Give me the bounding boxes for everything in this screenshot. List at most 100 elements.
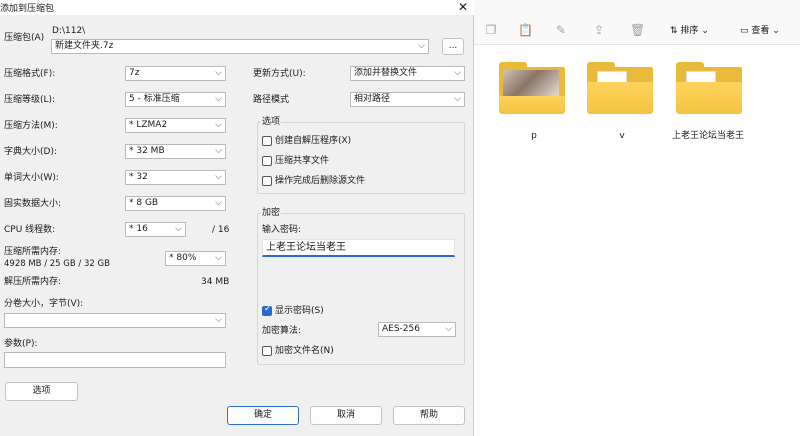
folder-icon (676, 62, 742, 116)
cancel-button[interactable]: 取消 (310, 406, 382, 425)
chevron-down-icon: ⌵ (215, 198, 222, 208)
paste-icon[interactable]: 📋 (518, 23, 533, 37)
close-button[interactable]: ✕ (452, 0, 474, 15)
mem-compress-select[interactable]: * 80% ⌵ (165, 251, 226, 266)
path-mode-select[interactable]: 相对路径 ⌵ (350, 92, 465, 107)
copy-icon[interactable]: ❐ (484, 23, 498, 37)
chevron-down-icon: ⌵ (215, 146, 222, 156)
dict-label: 字典大小(D): (4, 147, 57, 157)
cpu-select[interactable]: * 16 ⌵ (125, 222, 186, 237)
sort-button[interactable]: ⇅ 排序 ⌄ (670, 23, 709, 39)
mem-compress-detail: 4928 MB / 25 GB / 32 GB (4, 259, 110, 269)
delete-source-checkbox[interactable] (262, 176, 272, 186)
folder-label: 上老王论坛当老王 (672, 131, 745, 141)
browse-button[interactable]: ... (442, 38, 464, 55)
update-label: 更新方式(U): (253, 69, 306, 79)
chevron-down-icon: ⌵ (215, 172, 222, 182)
split-label: 分卷大小，字节(V): (4, 299, 84, 309)
shared-files-label: 压缩共享文件 (275, 156, 330, 166)
dict-select[interactable]: * 32 MB ⌵ (125, 144, 226, 159)
options-button[interactable]: 选项 (5, 382, 78, 401)
cpu-label: CPU 线程数: (4, 225, 56, 235)
password-input[interactable]: 上老王论坛当老王 (262, 239, 455, 257)
solid-value: * 8 GB (129, 198, 159, 208)
password-label: 输入密码: (262, 225, 302, 235)
view-icon: ▭ (740, 26, 749, 36)
delete-source-label: 操作完成后删除源文件 (275, 176, 366, 186)
show-password-label: 显示密码(S) (275, 306, 324, 316)
archive-path: D:\112\ (52, 26, 86, 36)
mem-decompress-label: 解压所需内存: (4, 277, 62, 287)
sfx-checkbox[interactable] (262, 136, 272, 146)
level-label: 压缩等级(L): (4, 95, 56, 105)
encrypt-names-label: 加密文件名(N) (275, 346, 334, 356)
cpu-total: / 16 (212, 225, 230, 235)
archive-name-combo[interactable]: 新建文件夹.7z ⌵ (51, 39, 429, 54)
title-bar: 添加到压缩包 ✕ (0, 0, 474, 15)
method-select[interactable]: * LZMA2 ⌵ (125, 118, 226, 133)
method-value: * LZMA2 (129, 120, 168, 130)
path-mode-value: 相对路径 (354, 94, 391, 104)
mem-compress-value: * 80% (169, 253, 197, 263)
word-label: 单词大小(W): (4, 173, 59, 183)
folder-icon (587, 62, 653, 116)
params-input[interactable] (4, 352, 226, 368)
chevron-down-icon: ⌵ (454, 94, 461, 104)
encryption-method-value: AES-256 (382, 324, 420, 334)
dict-value: * 32 MB (129, 146, 165, 156)
share-icon[interactable]: ⇪ (592, 23, 606, 37)
chevron-down-icon: ⌄ (772, 26, 780, 36)
chevron-down-icon: ⌵ (175, 224, 182, 234)
encryption-method-label: 加密算法: (262, 326, 302, 336)
folder-item[interactable] (499, 62, 569, 116)
chevron-down-icon: ⌵ (454, 68, 461, 78)
chevron-down-icon: ⌵ (418, 41, 425, 51)
view-label: 查看 (751, 26, 770, 36)
method-label: 压缩方法(M): (4, 121, 58, 131)
chevron-down-icon: ⌵ (215, 253, 222, 263)
add-to-archive-dialog: 添加到压缩包 ✕ 压缩包(A) D:\112\ 新建文件夹.7z ⌵ ... 压… (0, 0, 474, 436)
format-label: 压缩格式(F): (4, 69, 56, 79)
sort-label: 排序 (680, 26, 699, 36)
chevron-down-icon: ⌵ (445, 324, 452, 334)
file-explorer: ❐ 📋 ✎ ⇪ 🗑 ⇅ 排序 ⌄ ▭ 查看 ⌄ p v 上老王论坛当老王 (474, 0, 800, 436)
mem-compress-label: 压缩所需内存: (4, 247, 62, 257)
chevron-down-icon: ⌵ (215, 68, 222, 78)
encryption-group-title: 加密 (261, 207, 282, 219)
folder-label: p (531, 131, 537, 141)
help-button[interactable]: 帮助 (393, 406, 465, 425)
shared-files-checkbox[interactable] (262, 156, 272, 166)
level-select[interactable]: 5 - 标准压缩 ⌵ (125, 92, 226, 107)
params-label: 参数(P): (4, 339, 38, 349)
folder-label: v (619, 131, 625, 141)
dialog-title: 添加到压缩包 (0, 4, 55, 14)
view-button[interactable]: ▭ 查看 ⌄ (740, 23, 780, 39)
delete-icon[interactable]: 🗑 (630, 23, 645, 37)
format-select[interactable]: 7z ⌵ (125, 66, 226, 81)
explorer-toolbar: ❐ 📋 ✎ ⇪ 🗑 ⇅ 排序 ⌄ ▭ 查看 ⌄ (474, 0, 800, 45)
format-value: 7z (129, 68, 140, 78)
split-select[interactable]: ⌵ (4, 313, 226, 328)
ok-button[interactable]: 确定 (227, 406, 299, 425)
level-value: 5 - 标准压缩 (129, 94, 180, 104)
update-value: 添加并替换文件 (354, 68, 418, 78)
options-group-title: 选项 (261, 116, 282, 128)
rename-icon[interactable]: ✎ (554, 23, 568, 37)
chevron-down-icon: ⌵ (215, 315, 222, 325)
encrypt-names-checkbox[interactable] (262, 346, 272, 356)
word-value: * 32 (129, 172, 148, 182)
encryption-method-select[interactable]: AES-256 ⌵ (378, 322, 456, 337)
chevron-down-icon: ⌵ (215, 120, 222, 130)
cpu-value: * 16 (129, 224, 148, 234)
show-password-checkbox[interactable] (262, 304, 272, 316)
folder-item[interactable] (676, 62, 746, 116)
word-select[interactable]: * 32 ⌵ (125, 170, 226, 185)
chevron-down-icon: ⌄ (701, 26, 709, 36)
path-mode-label: 路径模式 (253, 95, 290, 105)
folder-item[interactable] (587, 62, 657, 116)
sfx-label: 创建自解压程序(X) (275, 136, 352, 146)
solid-select[interactable]: * 8 GB ⌵ (125, 196, 226, 211)
update-select[interactable]: 添加并替换文件 ⌵ (350, 66, 465, 81)
solid-label: 固实数据大小: (4, 199, 62, 209)
folder-icon (499, 62, 565, 116)
